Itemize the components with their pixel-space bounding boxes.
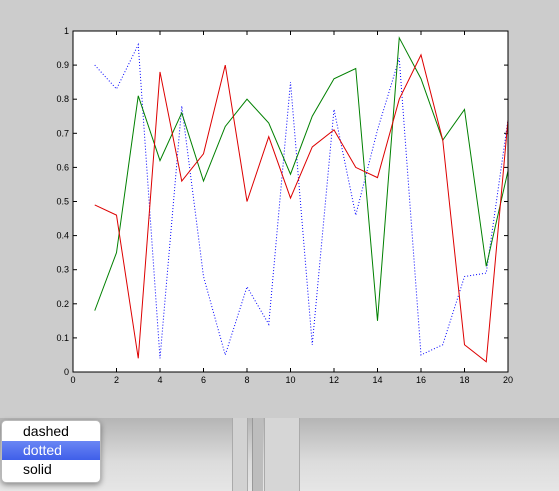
y-tick-label: 0.5 bbox=[56, 197, 69, 207]
menu-item-dotted[interactable]: dotted bbox=[2, 441, 100, 460]
x-tick-label: 18 bbox=[459, 375, 469, 385]
x-tick-label: 4 bbox=[157, 375, 162, 385]
y-tick-label: 0.9 bbox=[56, 60, 69, 70]
y-tick-label: 0.1 bbox=[56, 333, 69, 343]
scrollbar-divider bbox=[252, 418, 263, 491]
y-tick-label: 0.7 bbox=[56, 128, 69, 138]
x-tick-label: 10 bbox=[285, 375, 295, 385]
x-tick-label: 14 bbox=[372, 375, 382, 385]
line-chart: 0 2 4 6 8 10 12 14 16 18 20 0 0.1 0.2 0.3 0.4 0.5 0.6 0.7 0… bbox=[56, 26, 513, 385]
y-tick-label: 0 bbox=[64, 367, 69, 377]
line-style-menu[interactable]: dashed dotted solid bbox=[1, 420, 101, 483]
y-tick-label: 0.2 bbox=[56, 299, 69, 309]
x-tick-label: 20 bbox=[503, 375, 513, 385]
x-tick-label: 12 bbox=[329, 375, 339, 385]
y-tick-label: 0.3 bbox=[56, 265, 69, 275]
scrollbar-track bbox=[232, 418, 248, 491]
y-tick-label: 0.8 bbox=[56, 94, 69, 104]
menu-item-solid[interactable]: solid bbox=[2, 460, 100, 479]
figure-window: 0 2 4 6 8 10 12 14 16 18 20 0 0.1 0.2 0.3 0.4 0.5 0.6 0.7 0… bbox=[0, 0, 559, 418]
x-tick-label: 16 bbox=[416, 375, 426, 385]
menu-item-dashed[interactable]: dashed bbox=[2, 422, 100, 441]
y-tick-label: 0.4 bbox=[56, 231, 69, 241]
x-tick-label: 0 bbox=[70, 375, 75, 385]
y-tick-label: 0.6 bbox=[56, 162, 69, 172]
x-tick-label: 8 bbox=[244, 375, 249, 385]
x-tick-label: 6 bbox=[201, 375, 206, 385]
scrollbar-thumb[interactable] bbox=[264, 418, 300, 491]
x-tick-label: 2 bbox=[114, 375, 119, 385]
y-tick-label: 1 bbox=[64, 26, 69, 36]
